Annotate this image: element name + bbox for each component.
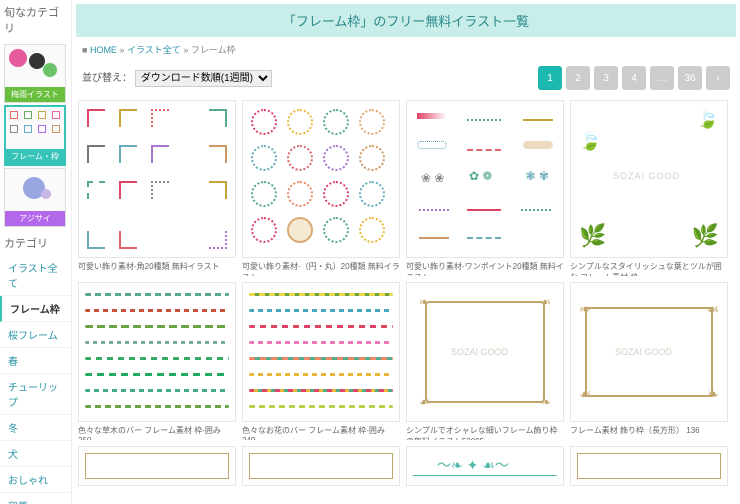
page-1[interactable]: 1 (538, 66, 562, 90)
cat-item[interactable]: おしゃれ (0, 467, 71, 493)
cat-item[interactable]: チューリップ (0, 374, 71, 415)
crumb-all[interactable]: イラスト全て (127, 45, 181, 55)
thumb-thin-frame: ❧ ☙ ☙ ❧ SOZAI GOOD (406, 282, 564, 422)
result-card[interactable]: ❧ ☙ ☙ ❧ SOZAI GOOD シンプルでオシャレな細いフレーム飾り枠の無… (406, 282, 564, 440)
thumb-flower-bars (242, 282, 400, 422)
thumb-grass-bars (78, 282, 236, 422)
page-last[interactable]: 36 (678, 66, 702, 90)
sort-label: 並び替え： (82, 73, 132, 84)
result-card[interactable]: 可愛い飾り素材-角20種類 無料イラスト (78, 100, 236, 276)
result-card[interactable]: ❀ ❀ ✿ ❁ ❃ ✾ 可愛い飾り素材-ワンポイント20種類 無料イラスト (406, 100, 564, 276)
page-title: 「フレーム枠」のフリー無料イラスト一覧 (76, 4, 736, 37)
caption: 色々なお花のバー フレーム素材 枠-囲み 249 (242, 422, 400, 440)
thumb-corners (78, 100, 236, 258)
caption: フレーム素材 飾り枠（長方形） 136 (570, 422, 728, 440)
caption: 色々な草木のバー フレーム素材 枠-囲み 250 (78, 422, 236, 440)
breadcrumb: ■ HOME » イラスト全て » フレーム枠 (72, 37, 740, 62)
sort-control: 並び替え： ダウンロード数順(1週間) (82, 69, 272, 87)
page-2[interactable]: 2 (566, 66, 590, 90)
result-card[interactable]: 可愛い飾り素材-（円・丸）20種類 無料イラスト (242, 100, 400, 276)
result-card[interactable] (78, 446, 236, 486)
category-list: イラスト全て フレーム枠 桜フレーム 春 チューリップ 冬 犬 おしゃれ 和風 … (0, 255, 71, 504)
featured-label: アジサイ (5, 211, 65, 226)
featured-list: 梅雨イラスト フレーム・枠 アジサイ (0, 40, 71, 231)
crumb-current: フレーム枠 (191, 45, 236, 55)
featured-card-frame[interactable]: フレーム・枠 (4, 105, 66, 166)
thumb (78, 446, 236, 486)
sidebar: 旬なカテゴリ 梅雨イラスト フレーム・枠 アジサイ カテゴリ イラスト全て フレ… (0, 0, 72, 504)
result-card[interactable]: 色々な草木のバー フレーム素材 枠-囲み 250 (78, 282, 236, 440)
featured-label: フレーム・枠 (6, 149, 64, 164)
featured-thumb (5, 45, 65, 87)
result-card[interactable] (242, 446, 400, 486)
cat-item[interactable]: イラスト全て (0, 255, 71, 296)
featured-label: 梅雨イラスト (5, 87, 65, 102)
category-title: カテゴリ (0, 231, 71, 255)
thumb-circles (242, 100, 400, 258)
caption: シンプルでオシャレな細いフレーム飾り枠の無料イラスト52095 (406, 422, 564, 440)
crumb-home[interactable]: HOME (90, 45, 117, 55)
featured-card-rainy[interactable]: 梅雨イラスト (4, 44, 66, 103)
featured-title: 旬なカテゴリ (0, 0, 71, 40)
page-next[interactable]: › (706, 66, 730, 90)
page-3[interactable]: 3 (594, 66, 618, 90)
caption: シンプルなスタイリッシュな葉とツルが囲む フレーム素材 枠 (570, 258, 728, 276)
thumb-rect-frame: ❧ ☙ ☙ ❧ SOZAI GOOD (570, 282, 728, 422)
thumb-leaf-frame: 🍃 🍃 🌿 🌿 SOZAI GOOD (570, 100, 728, 258)
cat-item[interactable]: 春 (0, 348, 71, 374)
result-card[interactable]: 〜❧ ✦ ☙〜 (406, 446, 564, 486)
thumb (242, 446, 400, 486)
caption: 可愛い飾り素材-ワンポイント20種類 無料イラスト (406, 258, 564, 276)
thumb-onepoint: ❀ ❀ ✿ ❁ ❃ ✾ (406, 100, 564, 258)
result-card[interactable]: ❧ ☙ ☙ ❧ SOZAI GOOD フレーム素材 飾り枠（長方形） 136 (570, 282, 728, 440)
featured-thumb (5, 169, 65, 211)
cat-item[interactable]: 犬 (0, 441, 71, 467)
cat-item[interactable]: 桜フレーム (0, 322, 71, 348)
caption: 可愛い飾り素材-（円・丸）20種類 無料イラスト (242, 258, 400, 276)
featured-card-ajisai[interactable]: アジサイ (4, 168, 66, 227)
caption: 可愛い飾り素材-角20種類 無料イラスト (78, 258, 236, 276)
toolbar: 並び替え： ダウンロード数順(1週間) 1 2 3 4 … 36 › (72, 62, 740, 94)
cat-item-current[interactable]: フレーム枠 (0, 296, 71, 322)
sort-select[interactable]: ダウンロード数順(1週間) (135, 70, 272, 87)
cat-item[interactable]: 冬 (0, 415, 71, 441)
page-4[interactable]: 4 (622, 66, 646, 90)
thumb: 〜❧ ✦ ☙〜 (406, 446, 564, 486)
pagination: 1 2 3 4 … 36 › (538, 66, 730, 90)
main: 「フレーム枠」のフリー無料イラスト一覧 ■ HOME » イラスト全て » フレ… (72, 0, 740, 504)
cat-item[interactable]: 和風 (0, 493, 71, 504)
result-card[interactable]: 色々なお花のバー フレーム素材 枠-囲み 249 (242, 282, 400, 440)
page-dots: … (650, 66, 674, 90)
thumb (570, 446, 728, 486)
result-card[interactable] (570, 446, 728, 486)
results-grid: 可愛い飾り素材-角20種類 無料イラスト (72, 94, 740, 492)
featured-thumb (6, 107, 64, 149)
result-card[interactable]: 🍃 🍃 🌿 🌿 SOZAI GOOD シンプルなスタイリッシュな葉とツルが囲む … (570, 100, 728, 276)
